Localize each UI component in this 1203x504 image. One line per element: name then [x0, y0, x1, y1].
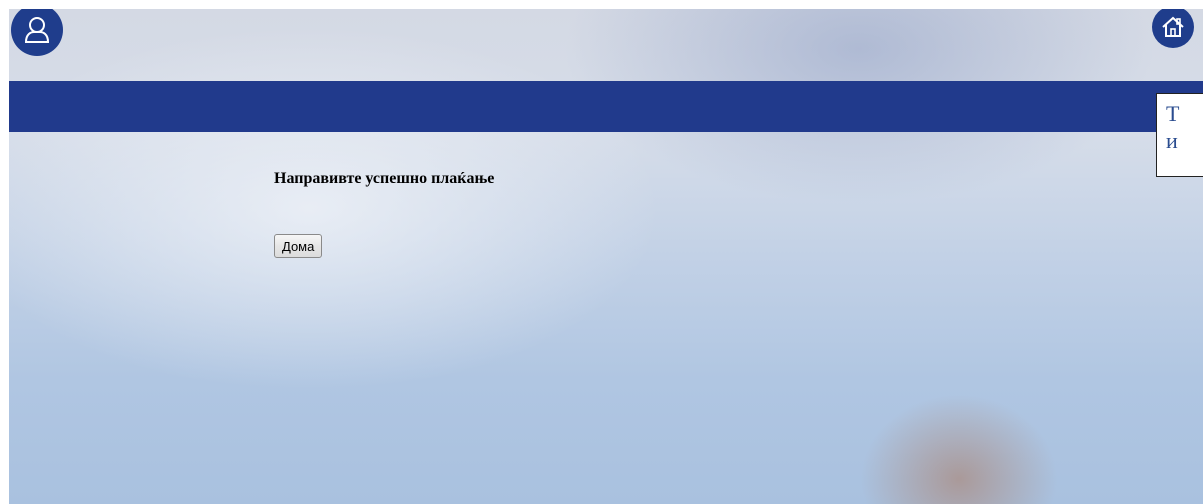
home-nav-button[interactable]	[1152, 9, 1194, 48]
top-bar	[9, 9, 1203, 81]
user-icon	[24, 17, 50, 43]
home-icon	[1162, 16, 1184, 37]
side-notice-box: Т и	[1156, 93, 1203, 177]
user-account-button[interactable]	[11, 9, 63, 56]
home-button[interactable]: Дома	[274, 234, 323, 258]
page: Направивте успешно плаќање Дома	[9, 9, 1203, 504]
payment-success-message: Направивте успешно плаќање	[274, 170, 495, 187]
side-notice-line-1: Т	[1166, 101, 1180, 126]
side-notice-line-2: и	[1166, 128, 1178, 153]
navigation-band	[9, 81, 1203, 132]
